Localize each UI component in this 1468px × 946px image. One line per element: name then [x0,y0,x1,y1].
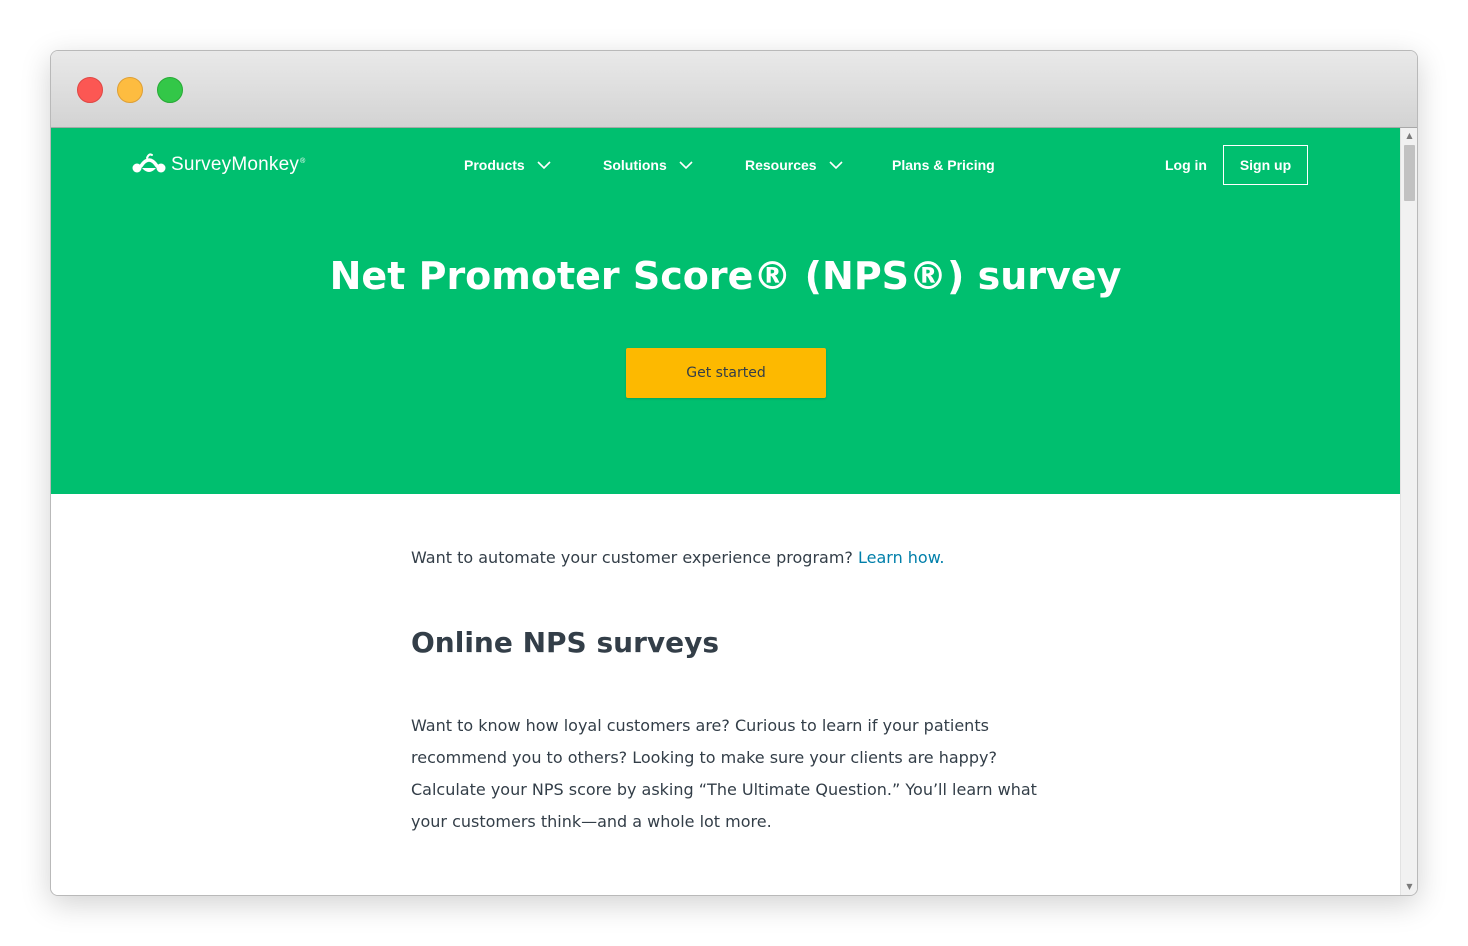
page-title: Net Promoter Score® (NPS®) survey [329,254,1122,298]
signup-button[interactable]: Sign up [1223,145,1308,185]
nav-item-plans-pricing[interactable]: Plans & Pricing [892,150,995,180]
page-viewport: SurveyMonkey® Products Solutions Resourc… [51,128,1400,895]
vertical-scrollbar[interactable]: ▲ ▼ [1400,128,1417,895]
scrollbar-thumb[interactable] [1404,145,1415,201]
paragraph-line: your customers think—and a whole lot mor… [411,812,772,831]
chevron-down-icon [679,160,693,169]
paragraph-line: Want to know how loyal customers are? Cu… [411,716,989,735]
intro-paragraph: Want to know how loyal customers are? Cu… [411,710,1051,838]
close-window-button[interactable] [77,77,103,103]
nav-item-products[interactable]: Products [464,150,551,180]
nav-item-resources[interactable]: Resources [745,150,843,180]
chevron-down-icon [829,160,843,169]
intro-sentence: Want to automate your customer experienc… [411,548,858,567]
minimize-window-button[interactable] [117,77,143,103]
nav-label: Solutions [603,157,667,173]
nav-label: Plans & Pricing [892,157,995,173]
learn-how-link[interactable]: Learn how. [858,548,944,567]
browser-window: SurveyMonkey® Products Solutions Resourc… [50,50,1418,896]
hero-section: SurveyMonkey® Products Solutions Resourc… [51,128,1400,494]
paragraph-line: recommend you to others? Looking to make… [411,748,997,767]
nav-label: Resources [745,157,817,173]
chevron-down-icon [537,160,551,169]
login-link[interactable]: Log in [1165,153,1207,177]
scroll-up-arrow-icon[interactable]: ▲ [1401,128,1417,144]
paragraph-line: Calculate your NPS score by asking “The … [411,780,1037,799]
zoom-window-button[interactable] [157,77,183,103]
nav-item-solutions[interactable]: Solutions [603,150,693,180]
section-title: Online NPS surveys [411,626,720,659]
nav-label: Products [464,157,525,173]
intro-text: Want to automate your customer experienc… [411,544,1071,572]
get-started-button[interactable]: Get started [626,348,826,398]
scroll-down-arrow-icon[interactable]: ▼ [1401,879,1417,895]
window-titlebar [51,51,1417,128]
